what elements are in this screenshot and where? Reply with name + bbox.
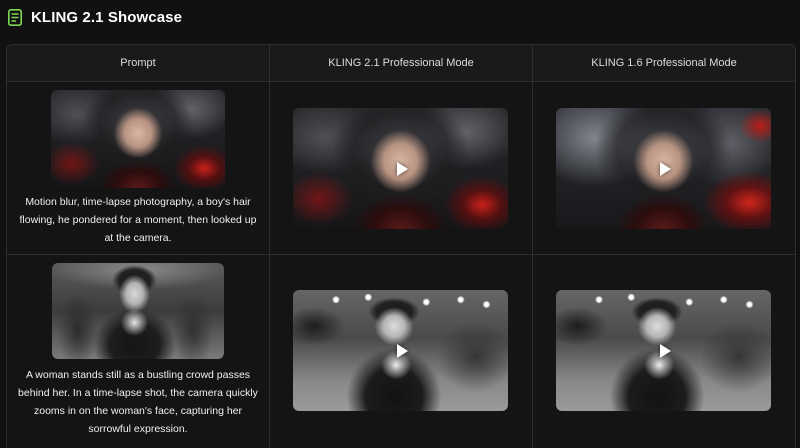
- document-icon: [8, 8, 22, 26]
- kling-2-1-video[interactable]: [293, 290, 508, 411]
- column-header-kling-1-6: KLING 1.6 Professional Mode: [591, 57, 737, 69]
- kling-2-1-video-cell: [270, 255, 533, 448]
- table-row: Motion blur, time-lapse photography, a b…: [7, 82, 795, 255]
- prompt-text: Motion blur, time-lapse photography, a b…: [19, 196, 257, 244]
- prompt-image: [52, 263, 224, 359]
- page-header: KLING 2.1 Showcase: [8, 6, 182, 28]
- kling-1-6-video-cell: [533, 255, 795, 448]
- kling-1-6-video[interactable]: [556, 290, 771, 411]
- column-header-kling-2-1: KLING 2.1 Professional Mode: [270, 45, 533, 81]
- prompt-text: A woman stands still as a bustling crowd…: [18, 369, 258, 435]
- play-icon[interactable]: [659, 343, 671, 358]
- kling-1-6-video[interactable]: [556, 108, 771, 229]
- kling-2-1-video[interactable]: [293, 108, 508, 229]
- page-title: KLING 2.1 Showcase: [31, 8, 183, 26]
- prompt-cell: A woman stands still as a bustling crowd…: [7, 255, 270, 448]
- play-icon[interactable]: [396, 161, 408, 176]
- comparison-table: Prompt KLING 2.1 Professional Mode KLING…: [6, 44, 796, 448]
- table-row: A woman stands still as a bustling crowd…: [7, 255, 795, 448]
- kling-1-6-video-cell: [533, 82, 795, 254]
- play-icon[interactable]: [659, 161, 671, 176]
- column-header-prompt: Prompt: [7, 45, 270, 81]
- play-icon[interactable]: [396, 343, 408, 358]
- table-header-row: Prompt KLING 2.1 Professional Mode KLING…: [7, 45, 795, 82]
- prompt-image: [51, 90, 225, 188]
- prompt-cell: Motion blur, time-lapse photography, a b…: [7, 82, 270, 254]
- kling-2-1-video-cell: [270, 82, 533, 254]
